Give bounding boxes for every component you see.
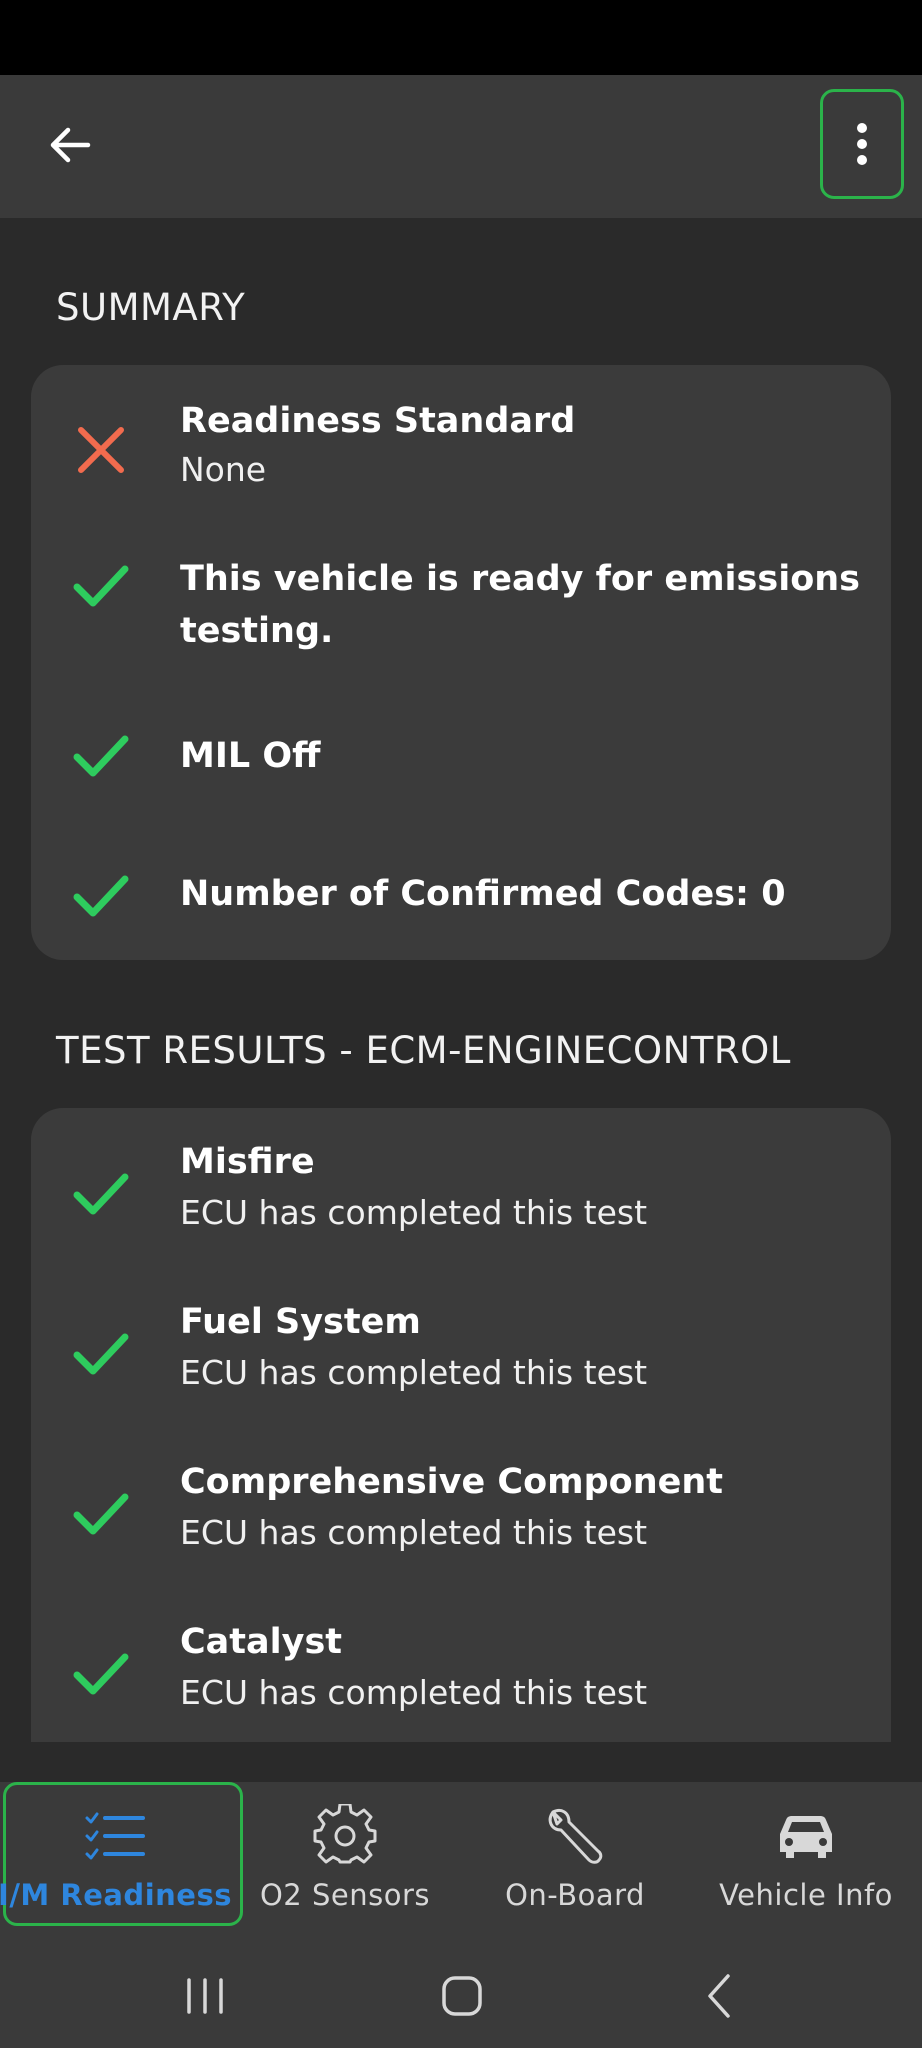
summary-card: Readiness Standard None This vehicle is … [31,365,891,960]
arrow-left-icon [50,127,91,163]
gear-icon [313,1804,377,1864]
tab-im-readiness[interactable]: I/M Readiness [0,1782,232,1944]
test-item-title: Catalyst [180,1622,343,1662]
wrench-icon [548,1808,603,1864]
readiness-content[interactable]: SUMMARY Readiness Standard None This veh… [0,218,922,1742]
bottom-navigation: I/M Readiness O2 Sensors On-Board Vehicl… [0,1782,922,1944]
summary-item-title: Readiness Standard [180,401,576,441]
car-icon [780,1816,832,1858]
test-results-card: Misfire ECU has completed this test Fuel… [31,1108,891,1742]
test-item-title: Fuel System [180,1302,421,1342]
check-icon [73,1333,129,1375]
test-item-subtitle: ECU has completed this test [180,1673,648,1712]
test-item-title: Misfire [180,1142,315,1182]
system-navigation-bar [0,1944,922,2048]
summary-item-title: MIL Off [180,736,321,776]
check-icon [73,1173,129,1215]
check-icon [73,1493,129,1535]
test-item-subtitle: ECU has completed this test [180,1513,648,1552]
tab-label: Vehicle Info [719,1878,893,1912]
check-icon [73,1653,129,1695]
tab-label: O2 Sensors [259,1878,430,1912]
test-item-title: Comprehensive Component [180,1462,723,1502]
test-item-subtitle: ECU has completed this test [180,1193,648,1232]
home-icon[interactable] [432,1966,492,2026]
tab-label: I/M Readiness [0,1878,232,1912]
summary-heading: SUMMARY [56,286,246,329]
tab-o2-sensors[interactable]: O2 Sensors [230,1782,460,1944]
test-results-heading: TEST RESULTS - ECM-ENGINECONTROL [56,1029,791,1072]
summary-item-title: Number of Confirmed Codes: 0 [180,874,786,914]
x-icon [78,427,124,473]
summary-item-title: This vehicle is ready for emissions test… [180,559,861,651]
tab-vehicle-info[interactable]: Vehicle Info [690,1782,922,1944]
checklist-icon [85,1812,145,1860]
test-item-subtitle: ECU has completed this test [180,1353,648,1392]
system-back-icon[interactable] [690,1966,750,2026]
check-icon [73,875,129,917]
summary-item-subtitle: None [180,450,267,489]
more-options-button[interactable] [820,89,904,199]
check-icon [73,735,129,777]
recents-icon[interactable] [175,1966,235,2026]
back-button[interactable] [32,105,108,185]
tab-on-board[interactable]: On-Board [460,1782,690,1944]
check-icon [73,565,129,607]
tab-label: On-Board [505,1878,645,1912]
more-vert-icon [857,123,867,165]
app-bar [0,75,922,218]
status-bar [0,0,922,75]
